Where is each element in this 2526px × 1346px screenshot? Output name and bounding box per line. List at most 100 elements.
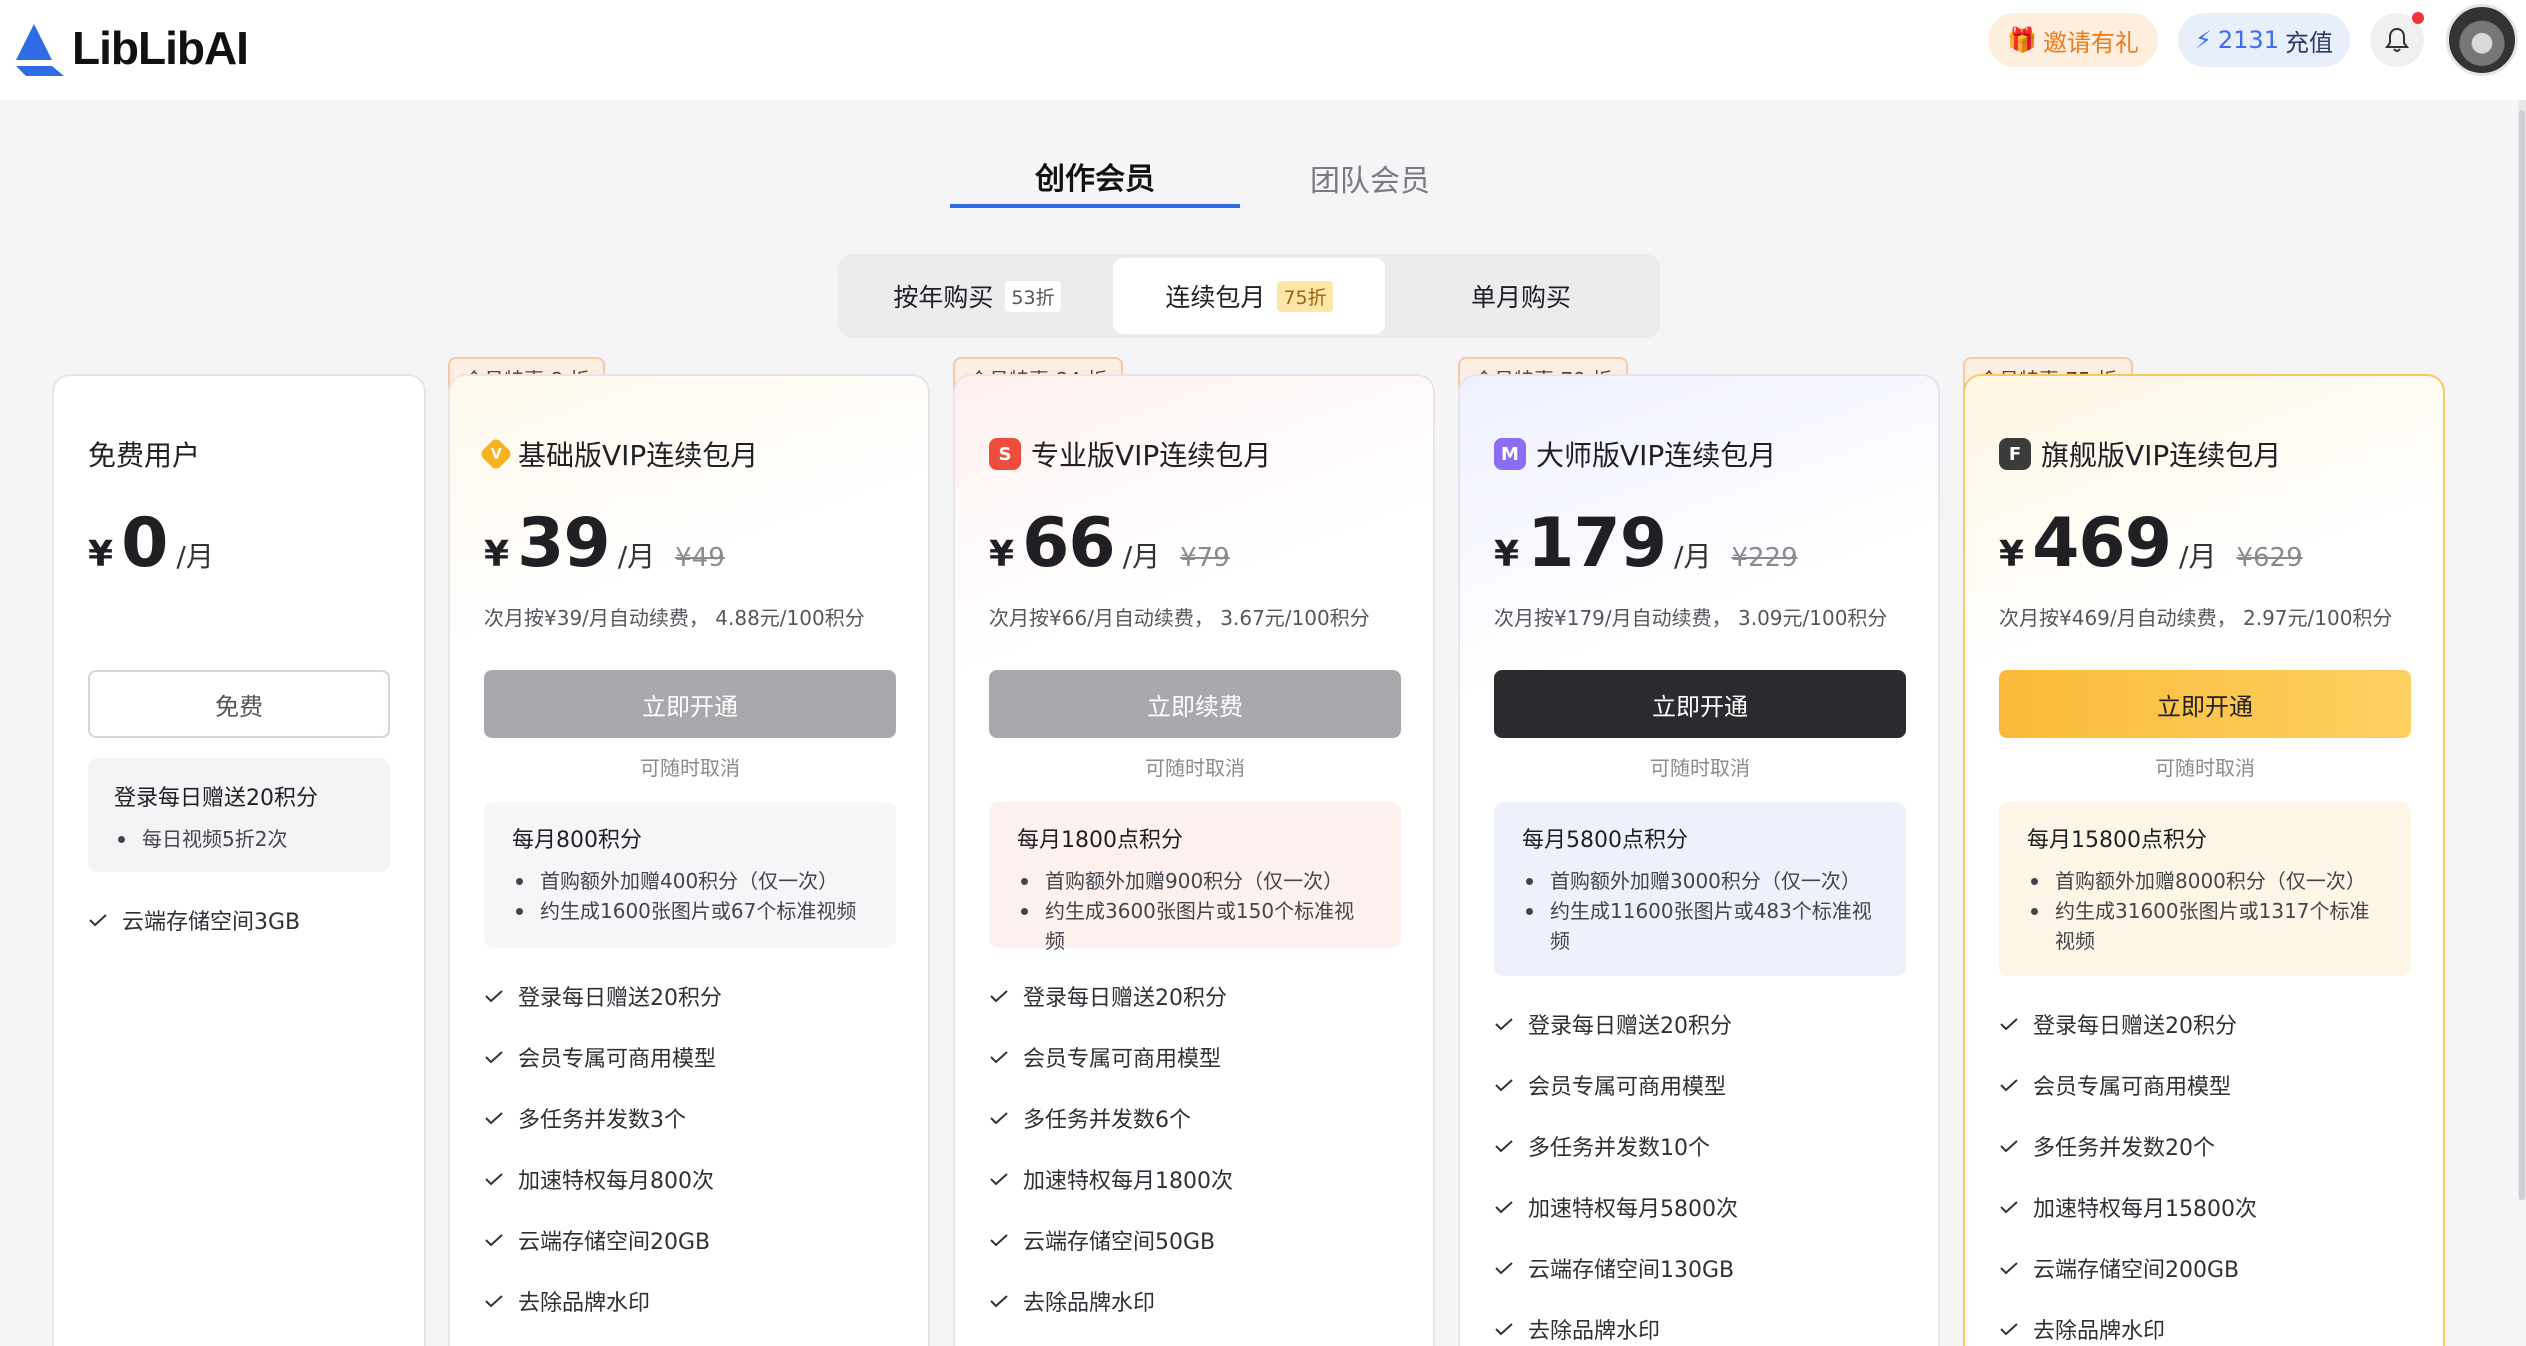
subscribe-button[interactable]: 立即开通 [1494,670,1906,738]
tab-team-membership[interactable]: 团队会员 [1270,148,1470,208]
lightning-icon: ⚡ [2195,26,2212,54]
renew-button[interactable]: 立即续费 [989,670,1401,738]
original-price: ¥229 [1731,543,1798,573]
plan-title: M 大师版VIP连续包月 [1494,434,1776,474]
feature-label: 去除品牌水印 [1528,1319,1661,1344]
cancel-anytime-note: 可随时取消 [1145,756,1245,780]
feature-label: 会员专属可商用模型 [518,1047,717,1072]
feature-item: 去除品牌水印 [989,1285,1155,1317]
feature-label: 多任务并发数6个 [1023,1108,1191,1133]
plan-title: F 旗舰版VIP连续包月 [1999,434,2281,474]
plan-price: ¥ 469 /月 ¥629 [1999,504,2303,583]
price-period: /月 [617,540,656,573]
feature-label: 加速特权每月1800次 [1023,1169,1233,1194]
membership-type-tabs: 创作会员 团队会员 [950,148,1510,208]
perk-head: 每月15800点积分 [2027,828,2207,853]
check-icon [1495,1323,1513,1336]
plan-card-master: M 大师版VIP连续包月 ¥ 179 /月 ¥229 次月按¥179/月自动续费… [1458,374,1940,1346]
flagship-badge-icon: F [1999,438,2031,470]
feature-item: 云端存储空间200GB [1999,1252,2239,1284]
tab-creator-membership[interactable]: 创作会员 [950,148,1240,208]
tab-single-month[interactable]: 单月购买 [1386,258,1656,334]
check-icon [990,1234,1008,1247]
renew-note: 次月按¥179/月自动续费， 3.09元/100积分 [1494,606,1888,630]
plan-card-basic: V 基础版VIP连续包月 ¥ 39 /月 ¥49 次月按¥39/月自动续费， 4… [448,374,930,1346]
feature-label: 去除品牌水印 [518,1291,651,1316]
perk-item: 约生成31600张图片或1317个标准视频 [2027,896,2383,956]
check-icon [485,1295,503,1308]
free-button[interactable]: 免费 [88,670,390,738]
feature-item: 登录每日赠送20积分 [989,980,1227,1012]
invite-label: 邀请有礼 [2042,28,2139,57]
check-icon [2000,1323,2018,1336]
subscribe-button[interactable]: 立即开通 [1999,670,2411,738]
billing-cycle-tabs: 按年购买 53折 连续包月 75折 单月购买 [838,254,1660,338]
price-currency: ¥ [484,534,510,575]
free-perk-box: 登录每日赠送20积分 每日视频5折2次 [88,758,390,872]
feature-item: 多任务并发数10个 [1494,1130,1710,1162]
check-icon [2000,1079,2018,1092]
feature-item: 加速特权每月1800次 [989,1163,1233,1195]
subscribe-button[interactable]: 立即开通 [484,670,896,738]
perk-item: 首购额外加赠3000积分（仅一次） [1522,866,1878,896]
plan-title: 免费用户 [88,439,201,472]
price-amount: 179 [1527,504,1667,583]
feature-label: 多任务并发数3个 [518,1108,686,1133]
price-currency: ¥ [989,534,1015,575]
feature-item: 多任务并发数20个 [1999,1130,2215,1162]
perk-head: 每月5800点积分 [1522,828,1688,853]
perk-box: 每月1800点积分 首购额外加赠900积分（仅一次） 约生成3600张图片或15… [989,802,1401,953]
perk-box: 每月15800点积分 首购额外加赠8000积分（仅一次） 约生成31600张图片… [1999,802,2411,976]
feature-label: 云端存储空间3GB [122,910,301,935]
tab-monthly-subscription[interactable]: 连续包月 75折 [1113,258,1385,334]
cancel-anytime-note: 可随时取消 [1650,756,1750,780]
feature-label: 云端存储空间20GB [518,1230,711,1255]
original-price: ¥79 [1180,543,1230,573]
price-period: /月 [176,540,214,573]
check-icon [2000,1140,2018,1153]
feature-item: 多任务并发数3个 [484,1102,686,1134]
perk-item: 每日视频5折2次 [114,824,364,854]
feature-item: 登录每日赠送20积分 [484,980,722,1012]
feature-label: 登录每日赠送20积分 [1528,1014,1732,1039]
notification-dot [2412,12,2424,24]
feature-item: 云端存储空间20GB [484,1224,710,1256]
invite-button[interactable]: 🎁 邀请有礼 [1988,13,2158,67]
price-amount: 66 [1022,504,1116,583]
feature-item: 云端存储空间50GB [989,1224,1215,1256]
plan-title-text: 旗舰版VIP连续包月 [2041,439,2282,472]
feature-label: 加速特权每月800次 [518,1169,714,1194]
pro-gem-icon: S [989,438,1021,470]
renew-note: 次月按¥39/月自动续费， 4.88元/100积分 [484,606,865,630]
plan-title: S 专业版VIP连续包月 [989,434,1271,474]
check-icon [1495,1262,1513,1275]
cancel-anytime-note: 可随时取消 [2155,756,2255,780]
price-currency: ¥ [1999,534,2025,575]
perk-item: 首购额外加赠8000积分（仅一次） [2027,866,2383,896]
basic-diamond-icon: V [479,437,513,471]
check-icon [1495,1018,1513,1031]
check-icon [485,1173,503,1186]
logo[interactable]: LibLibAI [12,18,249,78]
avatar[interactable] [2446,4,2518,76]
gift-icon: 🎁 [2007,26,2037,54]
plan-title-text: 大师版VIP连续包月 [1536,439,1777,472]
tab-yearly[interactable]: 按年购买 53折 [842,258,1112,334]
renew-note: 次月按¥469/月自动续费， 2.97元/100积分 [1999,606,2393,630]
price-amount: 39 [517,504,611,583]
feature-label: 加速特权每月15800次 [2033,1197,2257,1222]
tab-label: 连续包月 [1165,283,1266,312]
feature-item: 会员专属可商用模型 [989,1041,1221,1073]
check-icon [990,1295,1008,1308]
logo-text: LibLibAI [72,22,249,74]
recharge-button[interactable]: ⚡ 2131 充值 [2178,13,2350,67]
plan-card-pro: S 专业版VIP连续包月 ¥ 66 /月 ¥79 次月按¥66/月自动续费， 3… [953,374,1435,1346]
feature-label: 云端存储空间200GB [2033,1258,2240,1283]
feature-label: 会员专属可商用模型 [1023,1047,1222,1072]
scrollbar-thumb[interactable] [2519,110,2525,1200]
check-icon [2000,1018,2018,1031]
cancel-anytime-note: 可随时取消 [640,756,740,780]
plan-card-free: 免费用户 ¥ 0 /月 免费 登录每日赠送20积分 每日视频5折2次 云端存储空… [52,374,426,1346]
feature-item: 登录每日赠送20积分 [1999,1008,2237,1040]
feature-item: 会员专属可商用模型 [1494,1069,1726,1101]
